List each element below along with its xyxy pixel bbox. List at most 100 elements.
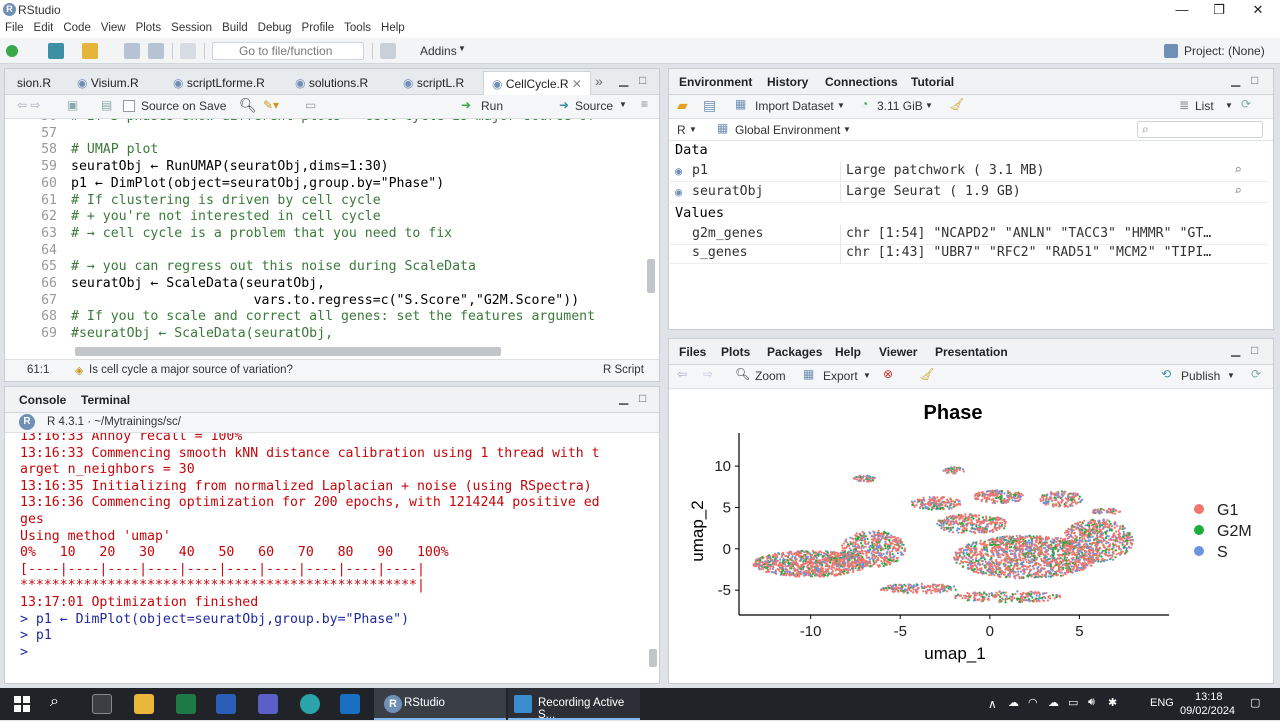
console-scrollbar[interactable] — [649, 649, 657, 667]
environment-search-input[interactable]: ⌕ — [1137, 121, 1263, 138]
import-dataset-button[interactable]: Import Dataset — [755, 99, 834, 113]
menu-edit[interactable]: Edit — [29, 20, 59, 37]
show-in-window-icon[interactable]: ▣ — [67, 98, 78, 112]
tab-history[interactable]: History — [767, 73, 808, 91]
menu-plots[interactable]: Plots — [131, 20, 167, 37]
project-menu[interactable]: Project: (None) — [1184, 44, 1265, 58]
minimize-pane-icon[interactable]: ▁ — [619, 391, 628, 405]
menu-code[interactable]: Code — [58, 20, 96, 37]
menu-profile[interactable]: Profile — [297, 20, 340, 37]
working-directory[interactable]: R 4.3.1 · ~/Mytrainings/sc/ — [47, 416, 181, 428]
expand-icon[interactable]: ◉ — [675, 164, 682, 178]
tab-environment[interactable]: Environment — [679, 73, 752, 91]
back-arrow-icon[interactable]: ⇦ ⇨ — [17, 98, 40, 112]
scope-menu[interactable]: Global Environment — [735, 123, 840, 137]
clock-time[interactable]: 13:18 — [1195, 691, 1223, 703]
env-row-s-genes[interactable]: s_genes chr [1:43] "UBR7" "RFC2" "RAD51"… — [670, 244, 1268, 264]
tab-packages[interactable]: Packages — [767, 343, 822, 361]
minimize-button[interactable]: — — [1164, 0, 1200, 20]
env-row-seuratobj[interactable]: ◉ seuratObj Large Seurat ( 1.9 GB) ⌕ — [670, 183, 1268, 203]
section-navigator[interactable]: Is cell cycle a major source of variatio… — [89, 364, 293, 376]
tab-scriptl-r[interactable]: ◉ scriptL.R — [395, 71, 472, 95]
compile-report-icon[interactable]: ▭ — [305, 98, 316, 112]
refresh-icon[interactable]: ⟳ — [1241, 97, 1251, 111]
editor-vscrollbar[interactable] — [647, 259, 655, 293]
clock-date[interactable]: 09/02/2024 — [1180, 705, 1235, 717]
tab-terminal[interactable]: Terminal — [81, 391, 130, 409]
task-view-icon[interactable] — [92, 694, 112, 714]
remove-plot-icon[interactable]: ⊗ — [883, 367, 893, 381]
maximize-pane-icon[interactable]: □ — [1251, 343, 1258, 357]
search-icon[interactable]: 🔍︎ — [239, 97, 257, 114]
more-tabs-icon[interactable]: » — [595, 73, 603, 89]
view-search-icon[interactable]: ⌕ — [1234, 163, 1242, 178]
open-file-icon[interactable] — [82, 43, 98, 59]
clear-broom-icon[interactable]: 🧹︎ — [919, 367, 934, 381]
go-to-file-input[interactable]: Go to file/function — [212, 42, 364, 60]
taskbar-recording[interactable]: Recording Active S... — [508, 688, 640, 720]
battery-icon[interactable]: ▭ — [1068, 696, 1078, 709]
tab-visium-r[interactable]: ◉ Visium.R — [69, 71, 147, 95]
taskbar-rstudio[interactable]: R RStudio — [374, 688, 506, 720]
menu-debug[interactable]: Debug — [253, 20, 297, 37]
language-menu[interactable]: R — [677, 123, 686, 137]
view-search-icon[interactable]: ⌕ — [1234, 184, 1242, 199]
list-view-menu[interactable]: List — [1195, 99, 1214, 113]
menu-tools[interactable]: Tools — [339, 20, 376, 37]
tab-files[interactable]: Files — [679, 343, 706, 361]
pane-layout-icon[interactable] — [380, 43, 396, 59]
minimize-pane-icon[interactable]: ▁ — [619, 73, 628, 87]
save-all-icon[interactable] — [148, 43, 164, 59]
maximize-pane-icon[interactable]: □ — [639, 73, 646, 87]
wifi-icon[interactable]: ◠ — [1028, 696, 1038, 709]
tab-solutions-r[interactable]: ◉ solutions.R — [287, 71, 376, 95]
tab-plots[interactable]: Plots — [721, 343, 750, 361]
save-icon[interactable] — [124, 43, 140, 59]
volume-icon[interactable]: 🔊︎ — [1088, 696, 1095, 709]
env-row-g2m-genes[interactable]: g2m_genes chr [1:54] "NCAPD2" "ANLN" "TA… — [670, 225, 1268, 245]
maximize-pane-icon[interactable]: □ — [639, 391, 646, 405]
print-icon[interactable] — [180, 43, 196, 59]
input-language[interactable]: ENG — [1150, 697, 1174, 709]
minimize-pane-icon[interactable]: ▁ — [1231, 343, 1240, 357]
edge-icon[interactable] — [300, 694, 320, 714]
outline-icon[interactable]: ≡ — [641, 97, 648, 111]
close-button[interactable]: ✕ — [1240, 0, 1276, 20]
tab-presentation[interactable]: Presentation — [935, 343, 1008, 361]
tab-tutorial[interactable]: Tutorial — [911, 73, 954, 91]
menu-file[interactable]: File — [0, 20, 29, 37]
next-plot-icon[interactable]: ⇨ — [703, 367, 713, 381]
menu-help[interactable]: Help — [376, 20, 410, 37]
outlook-icon[interactable] — [340, 694, 360, 714]
onedrive-icon[interactable]: ☁ — [1048, 696, 1059, 709]
source-on-save-checkbox[interactable] — [123, 100, 135, 112]
code-editor[interactable]: 56# If 3 phases show different plots → c… — [5, 119, 653, 343]
clear-broom-icon[interactable]: 🧹︎ — [949, 97, 964, 111]
teams-icon[interactable] — [258, 694, 278, 714]
publish-button[interactable]: Publish — [1181, 369, 1220, 383]
file-explorer-icon[interactable] — [134, 694, 154, 714]
tab-viewer[interactable]: Viewer — [879, 343, 917, 361]
save-workspace-icon[interactable]: ▤ — [703, 97, 716, 114]
zoom-button[interactable]: Zoom — [755, 369, 786, 383]
notifications-icon[interactable]: ▢ — [1250, 696, 1260, 709]
source-button[interactable]: Source — [575, 99, 613, 113]
refresh-icon[interactable]: ⟳ — [1251, 367, 1261, 381]
code-tools-icon[interactable]: ✎▾ — [263, 98, 279, 112]
tab-help[interactable]: Help — [835, 343, 861, 361]
memory-usage[interactable]: 3.11 GiB — [877, 99, 923, 113]
bluetooth-icon[interactable]: ✱ — [1108, 696, 1117, 709]
save-file-icon[interactable]: ▤ — [101, 98, 112, 112]
minimize-pane-icon[interactable]: ▁ — [1231, 73, 1240, 87]
menu-view[interactable]: View — [96, 20, 131, 37]
previous-plot-icon[interactable]: ⇦ — [677, 367, 687, 381]
menu-session[interactable]: Session — [166, 20, 217, 37]
load-workspace-icon[interactable]: ▰ — [677, 97, 688, 114]
network-icon[interactable]: ☁ — [1008, 696, 1019, 709]
file-type-menu[interactable]: R Script — [603, 364, 644, 376]
run-button[interactable]: Run — [481, 99, 503, 113]
tab-connections[interactable]: Connections — [825, 73, 898, 91]
editor-hscrollbar[interactable] — [75, 347, 501, 356]
expand-icon[interactable]: ◉ — [675, 185, 682, 199]
console-output[interactable]: 13:16:33 Annoy recall = 100%13:16:33 Com… — [5, 433, 653, 677]
